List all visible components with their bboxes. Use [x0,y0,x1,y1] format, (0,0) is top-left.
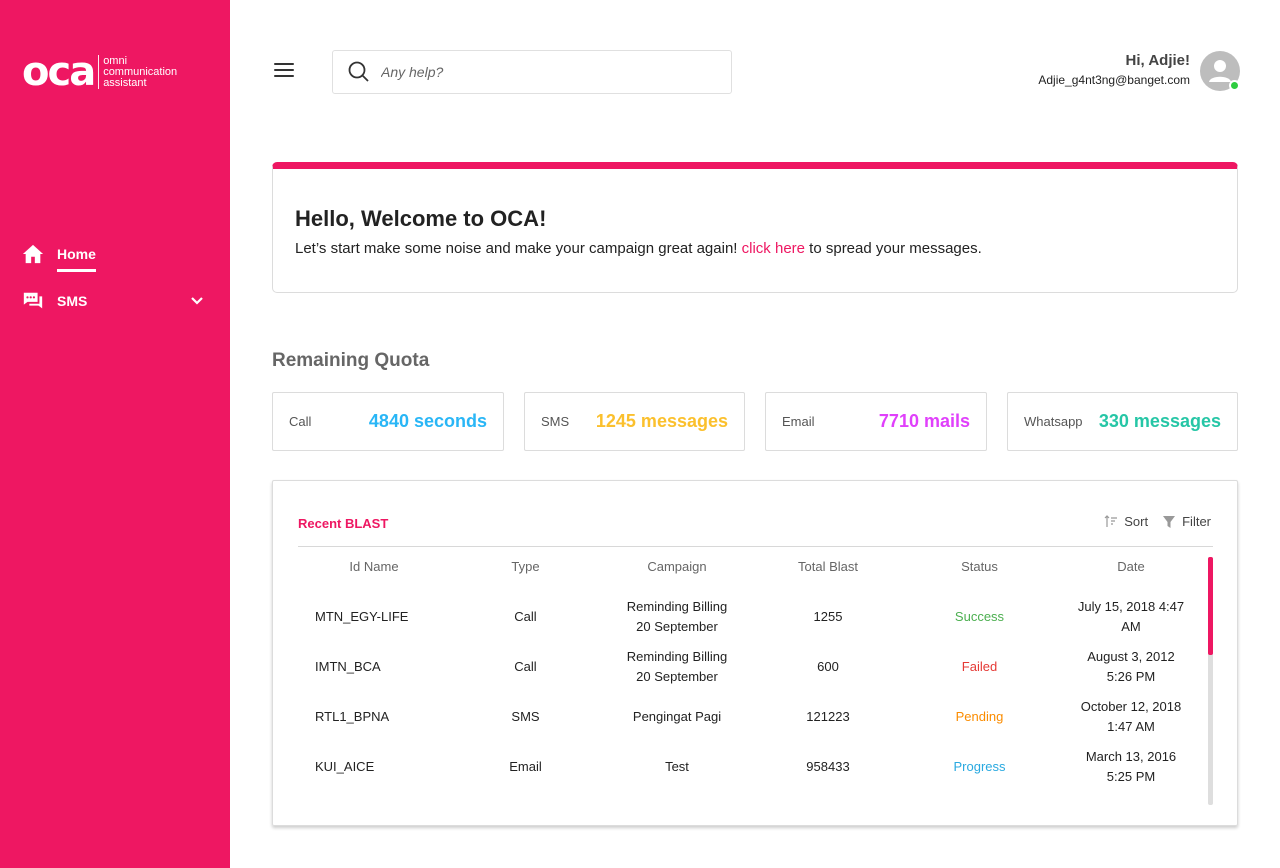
date-line: March 13, 2016 [1085,749,1177,764]
online-status-indicator [1229,80,1240,91]
search-icon [347,60,371,84]
table-row[interactable]: IMTN_BCA Call Reminding Billing 20 Septem… [298,642,1206,692]
date-line: 5:26 PM [1106,669,1156,684]
cell-id: MTN_EGY-LIFE [315,609,409,624]
date-line: 1:47 AM [1107,719,1155,734]
recent-blast-card: Recent BLAST Sort Filter Id Name Type Ca… [272,480,1238,826]
cell-type: Call [514,659,537,674]
quota-label: Whatsapp [1024,414,1083,429]
logo-text: omni communication assistant [103,55,177,89]
date-line: July 15, 2018 4:47 [1077,599,1185,614]
chat-icon [22,290,44,312]
sort-icon [1104,514,1118,529]
search-bar[interactable] [332,50,732,94]
home-icon [22,243,44,265]
cell-type: Email [509,759,542,774]
cell-status: Pending [955,709,1004,724]
quota-value: 7710 mails [878,411,970,431]
chevron-down-icon[interactable] [190,294,204,308]
cell-campaign: Test [665,759,689,774]
date-line: AM [1121,619,1141,634]
welcome-text: Let’s start make some noise and make you… [295,240,1215,257]
date-line: October 12, 2018 [1080,699,1182,714]
welcome-text-before: Let’s start make some noise and make you… [295,240,738,257]
search-input[interactable] [381,64,701,80]
sidebar-item-sms[interactable]: SMS [22,290,204,312]
cell-id: KUI_AICE [315,759,375,774]
cell-date: October 12, 2018 1:47 AM [1056,697,1206,737]
campaign-line: 20 September [636,669,718,684]
table-row[interactable]: MTN_EGY-LIFE Call Reminding Billing 20 Se… [298,592,1206,642]
cell-date: July 15, 2018 4:47 AM [1056,597,1206,637]
campaign-line: Reminding Billing [626,599,728,614]
table-row[interactable]: KUI_AICE Email Test 958433 Progress Marc… [298,742,1206,792]
column-header[interactable]: Total Blast [753,557,903,577]
quota-card-sms: SMS 1245 messages [524,392,745,451]
campaign-line: 20 September [636,619,718,634]
date-line: 5:25 PM [1106,769,1156,784]
cell-date: August 3, 2012 5:26 PM [1056,647,1206,687]
click-here-link[interactable]: click here [742,240,805,257]
cell-id: IMTN_BCA [315,659,381,674]
sidebar: oca omni communication assistant Home SM… [0,0,230,868]
column-header[interactable]: Status [903,557,1056,577]
table-header: Id Name Type Campaign Total Blast Status… [298,547,1206,587]
table-scrollbar-thumb[interactable] [1208,557,1213,655]
user-info: Hi, Adjie! Adjie_g4nt3ng@banget.com [1038,52,1190,87]
welcome-title: Hello, Welcome to OCA! [295,206,547,231]
quota-label: SMS [541,414,570,429]
cell-status: Progress [953,759,1006,774]
cell-total: 121223 [806,709,850,724]
column-header[interactable]: Type [450,557,601,577]
filter-label: Filter [1182,514,1211,529]
filter-button[interactable]: Filter [1162,514,1211,529]
column-header[interactable]: Id Name [298,557,450,577]
recent-blast-title: Recent BLAST [298,516,389,531]
cell-campaign: Reminding Billing 20 September [601,647,753,687]
date-line: August 3, 2012 [1087,649,1175,664]
sort-button[interactable]: Sort [1104,514,1148,529]
sidebar-item-label: Home [57,246,96,272]
cell-id: RTL1_BPNA [315,709,390,724]
cell-total: 958433 [806,759,850,774]
cell-type: Call [514,609,537,624]
column-header[interactable]: Campaign [601,557,753,577]
cell-status: Success [954,609,1005,624]
quota-card-whatsapp: Whatsapp 330 messages [1007,392,1238,451]
sort-label: Sort [1124,514,1149,529]
quota-value: 1245 messages [595,411,728,431]
filter-icon [1162,515,1176,529]
user-greeting: Hi, Adjie! [1125,52,1190,69]
quota-card-call: Call 4840 seconds [272,392,504,451]
quota-card-email: Email 7710 mails [765,392,987,451]
quota-value: 330 messages [1098,411,1221,431]
cell-type: SMS [511,709,540,724]
blast-table: Id Name Type Campaign Total Blast Status… [298,547,1206,792]
user-email: Adjie_g4nt3ng@banget.com [1038,73,1190,87]
logo-mark: oca [22,49,96,95]
quota-value: 4840 seconds [368,411,487,431]
table-row[interactable]: RTL1_BPNA SMS Pengingat Pagi 121223 Pend… [298,692,1206,742]
welcome-text-after: to spread your messages. [809,240,982,257]
welcome-card: Hello, Welcome to OCA! Let’s start make … [272,162,1238,293]
campaign-line: Reminding Billing [626,649,728,664]
logo-divider [98,55,100,89]
cell-date: March 13, 2016 5:25 PM [1056,747,1206,787]
remaining-quota-title: Remaining Quota [272,350,430,371]
cell-total: 600 [817,659,839,674]
quota-label: Call [289,414,312,429]
oca-logo[interactable]: oca omni communication assistant [22,52,177,92]
column-header[interactable]: Date [1056,557,1206,577]
logo-text-line-3: assistant [103,76,147,89]
cell-campaign: Pengingat Pagi [632,709,722,724]
sidebar-item-home[interactable]: Home [22,236,96,272]
blast-toolbar: Sort Filter [1090,514,1211,529]
quota-label: Email [782,414,815,429]
cell-total: 1255 [813,609,843,624]
cell-campaign: Reminding Billing 20 September [601,597,753,637]
cell-status: Failed [961,659,998,674]
hamburger-menu-icon[interactable] [274,63,294,79]
sidebar-item-label: SMS [57,293,88,309]
